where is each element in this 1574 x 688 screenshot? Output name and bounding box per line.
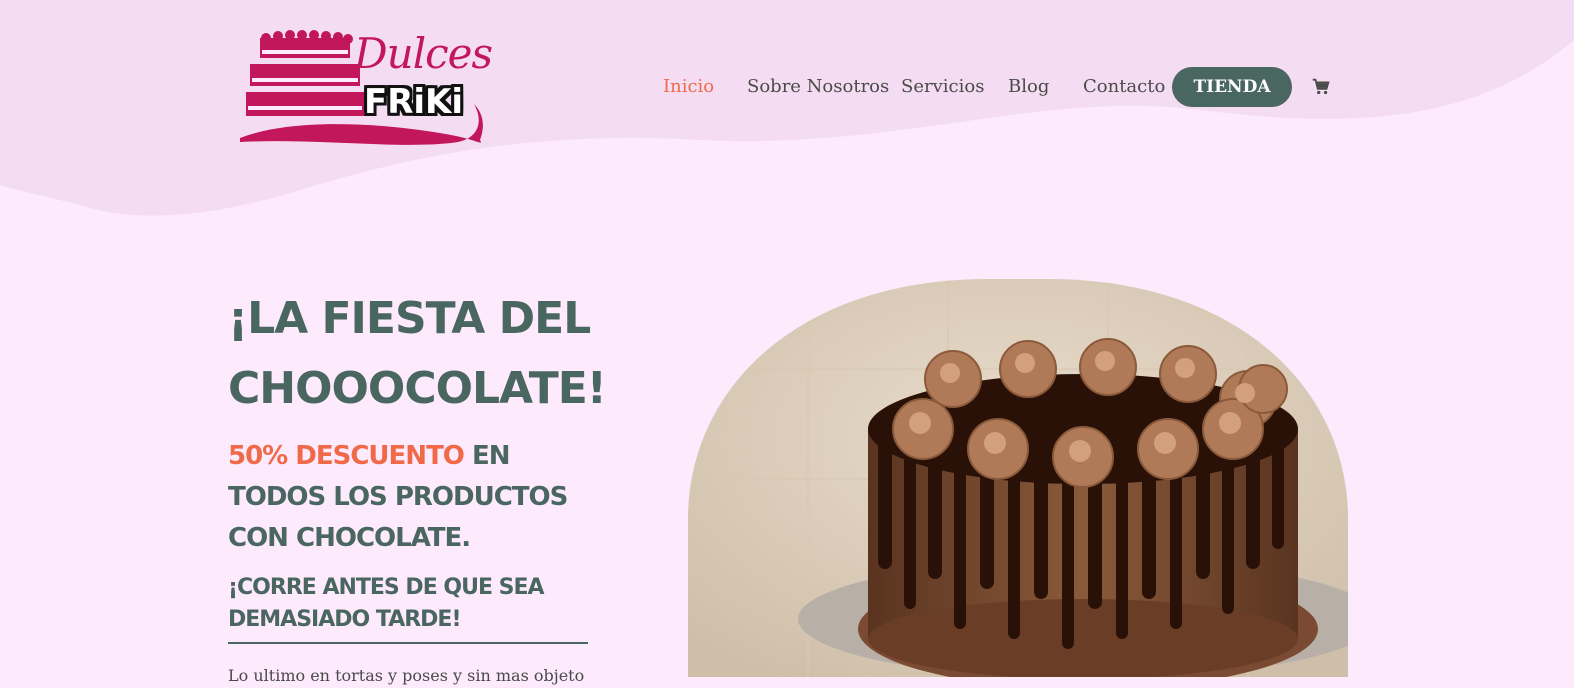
discount-highlight: 50% Descuento bbox=[228, 441, 465, 471]
cart-icon[interactable] bbox=[1310, 76, 1332, 98]
hero-body-text: Lo ultimo en tortas y poses y sin mas ob… bbox=[228, 666, 585, 685]
hero-divider bbox=[228, 642, 588, 644]
nav-link-contacto[interactable]: Contacto bbox=[1083, 66, 1165, 108]
tienda-button[interactable]: TIENDA bbox=[1172, 67, 1292, 107]
nav-link-servicios[interactable]: Servicios bbox=[901, 66, 984, 108]
logo-text-dulces: Dulces bbox=[354, 29, 493, 78]
hero-call-to-action: ¡Corre antes de que sea demasiado tarde! bbox=[228, 575, 545, 632]
hero-subtitle: 50% Descuento en todos los productos con… bbox=[228, 436, 588, 559]
logo-swoosh-icon bbox=[240, 104, 483, 145]
nav-link-blog[interactable]: Blog bbox=[1008, 66, 1049, 108]
hero-title: ¡La Fiesta del Chooocolate! bbox=[228, 293, 607, 414]
chocolate-cake-image bbox=[688, 279, 1348, 677]
nav-link-inicio[interactable]: Inicio bbox=[663, 66, 714, 108]
nav-link-sobre-nosotros[interactable]: Sobre Nosotros bbox=[747, 66, 889, 108]
brand-logo[interactable]: Dulces FRiKi bbox=[236, 24, 493, 152]
